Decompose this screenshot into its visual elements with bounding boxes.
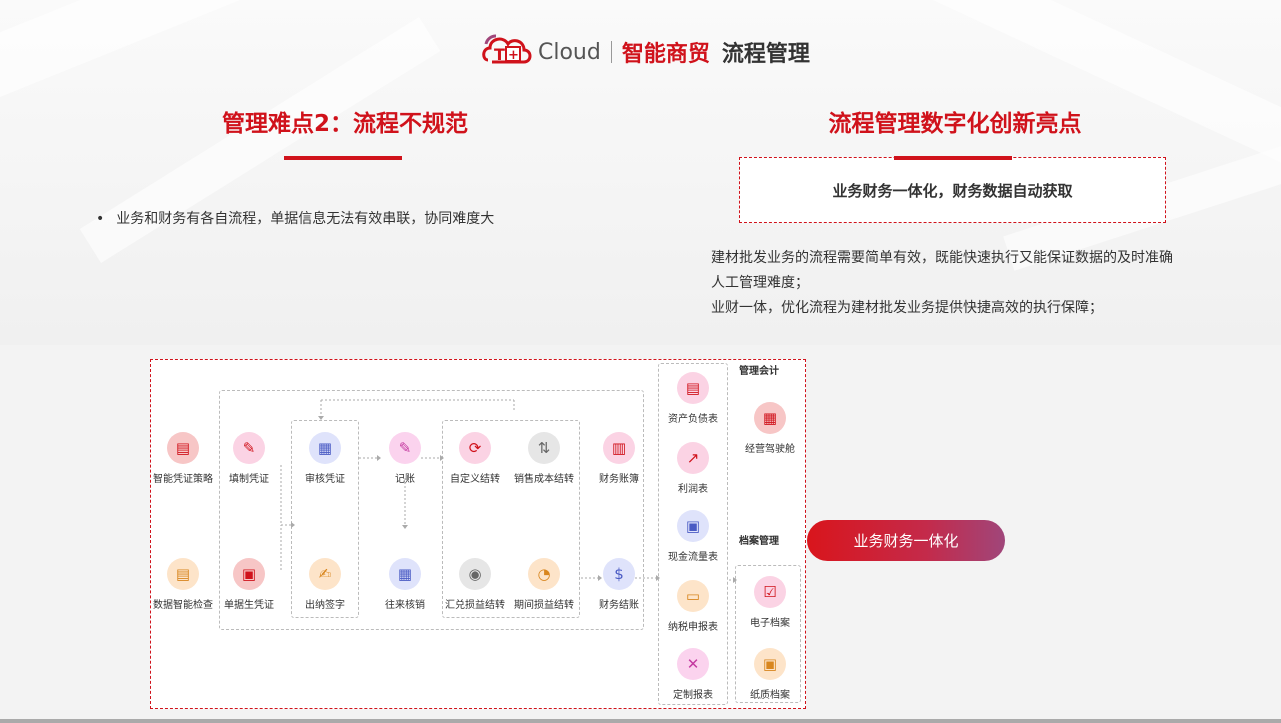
highlight-text: 业务财务一体化，财务数据自动获取	[832, 181, 1073, 200]
logo-divider	[610, 41, 612, 63]
report-label: 现金流量表	[668, 552, 718, 563]
archive-label: 纸质档案	[750, 690, 790, 701]
node-exchange-transfer[interactable]: ◉ 汇兑损益结转	[440, 558, 510, 611]
node-sales-cost-transfer[interactable]: ⇅ 销售成本结转	[509, 432, 579, 485]
bottom-border	[0, 719, 1281, 723]
node-label: 智能凭证策略	[153, 474, 213, 485]
desc-line: 人工管理难度；	[711, 275, 809, 291]
node-label: 记账	[395, 474, 415, 485]
pill-label: 业务财务一体化	[853, 532, 959, 550]
desc-line: 业财一体，优化流程为建材批发业务提供快捷高效的执行保障；	[711, 300, 1103, 316]
node-label: 审核凭证	[305, 474, 345, 485]
cashier-sign-icon: ✍	[309, 558, 341, 590]
ledger-icon: ▥	[603, 432, 635, 464]
bookkeeping-icon: ✎	[389, 432, 421, 464]
logo-cloud-text: Cloud	[538, 39, 601, 65]
archive-label: 电子档案	[750, 618, 790, 629]
node-label: 单据生凭证	[224, 600, 274, 611]
node-label: 数据智能检查	[153, 600, 213, 611]
node-closing[interactable]: $ 财务结账	[584, 558, 654, 611]
svg-text:T: T	[494, 45, 505, 64]
report-balance-sheet[interactable]: ▤ 资产负债表	[658, 372, 728, 425]
custom-report-icon: ✕	[677, 648, 709, 680]
report-income-statement[interactable]: ↗ 利润表	[658, 442, 728, 495]
closing-icon: $	[603, 558, 635, 590]
node-writeoff[interactable]: ▦ 往来核销	[370, 558, 440, 611]
node-smart-voucher[interactable]: ▤ 智能凭证策略	[148, 432, 218, 485]
voucher-policy-icon: ▤	[167, 432, 199, 464]
desc-line: 建材批发业务的流程需要简单有效，既能快速执行又能保证数据的及时准确	[711, 250, 1173, 266]
page-title: 流程管理	[721, 42, 810, 67]
brand-name: 智能商贸	[621, 42, 710, 67]
node-fill-voucher[interactable]: ✎ 填制凭证	[214, 432, 284, 485]
node-ledger[interactable]: ▥ 财务账簿	[584, 432, 654, 485]
node-label: 往来核销	[385, 600, 425, 611]
tplus-cloud-logo: T +	[480, 30, 536, 74]
bullet-dot: •	[96, 211, 105, 227]
audit-voucher-icon: ▦	[309, 432, 341, 464]
archive-paper[interactable]: ▣ 纸质档案	[735, 648, 805, 701]
paper-archive-icon: ▣	[754, 648, 786, 680]
archive-electronic[interactable]: ☑ 电子档案	[735, 576, 805, 629]
node-label: 期间损益结转	[514, 600, 574, 611]
data-check-icon: ▤	[167, 558, 199, 590]
flow-diagram: ▤ 智能凭证策略 ✎ 填制凭证 ▦ 审核凭证 ✎ 记账 ⟳ 自定义结转 ⇅ 销售…	[150, 359, 806, 709]
node-label: 出纳签字	[305, 600, 345, 611]
node-label: 汇兑损益结转	[445, 600, 505, 611]
mgmt-cockpit[interactable]: ▦ 经营驾驶舱	[735, 402, 805, 455]
archive-title: 档案管理	[739, 536, 779, 547]
income-statement-icon: ↗	[677, 442, 709, 474]
left-heading: 管理难点2：流程不规范	[221, 111, 468, 137]
right-heading-underline	[894, 156, 1012, 160]
custom-transfer-icon: ⟳	[459, 432, 491, 464]
left-heading-underline	[284, 156, 402, 160]
node-audit-voucher[interactable]: ▦ 审核凭证	[290, 432, 360, 485]
node-label: 财务账簿	[599, 474, 639, 485]
node-cashier-sign[interactable]: ✍ 出纳签字	[290, 558, 360, 611]
node-data-check[interactable]: ▤ 数据智能检查	[148, 558, 218, 611]
mgmt-label: 经营驾驶舱	[745, 444, 795, 455]
node-period-transfer[interactable]: ◔ 期间损益结转	[509, 558, 579, 611]
bullet-item: • 业务和财务有各自流程，单据信息无法有效串联，协同难度大	[96, 208, 494, 228]
report-tax-return[interactable]: ▭ 纳税申报表	[658, 580, 728, 633]
node-custom-transfer[interactable]: ⟳ 自定义结转	[440, 432, 510, 485]
description: 建材批发业务的流程需要简单有效，既能快速执行又能保证数据的及时准确 人工管理难度…	[711, 246, 1231, 321]
report-label: 纳税申报表	[668, 622, 718, 633]
balance-sheet-icon: ▤	[677, 372, 709, 404]
exchange-transfer-icon: ◉	[459, 558, 491, 590]
fill-voucher-icon: ✎	[233, 432, 265, 464]
tax-return-icon: ▭	[677, 580, 709, 612]
bullet-text: 业务和财务有各自流程，单据信息无法有效串联，协同难度大	[116, 211, 495, 227]
e-archive-icon: ☑	[754, 576, 786, 608]
integration-pill[interactable]: 业务财务一体化	[807, 520, 1005, 561]
cash-flow-icon: ▣	[677, 510, 709, 542]
node-label: 财务结账	[599, 600, 639, 611]
report-label: 定制报表	[673, 690, 713, 701]
node-label: 填制凭证	[229, 474, 269, 485]
highlight-box: 业务财务一体化，财务数据自动获取	[739, 157, 1166, 223]
node-label: 自定义结转	[450, 474, 500, 485]
node-document-voucher[interactable]: ▣ 单据生凭证	[214, 558, 284, 611]
node-bookkeeping[interactable]: ✎ 记账	[370, 432, 440, 485]
right-heading: 流程管理数字化创新亮点	[828, 111, 1082, 137]
report-custom[interactable]: ✕ 定制报表	[658, 648, 728, 701]
writeoff-icon: ▦	[389, 558, 421, 590]
mgmt-accounting-title: 管理会计	[739, 366, 779, 377]
report-label: 利润表	[678, 484, 708, 495]
report-label: 资产负债表	[668, 414, 718, 425]
svg-text:+: +	[508, 48, 519, 63]
report-cash-flow[interactable]: ▣ 现金流量表	[658, 510, 728, 563]
period-transfer-icon: ◔	[528, 558, 560, 590]
header: T + Cloud 智能商贸 流程管理	[480, 30, 810, 74]
cockpit-icon: ▦	[754, 402, 786, 434]
document-voucher-icon: ▣	[233, 558, 265, 590]
node-label: 销售成本结转	[514, 474, 574, 485]
sales-cost-transfer-icon: ⇅	[528, 432, 560, 464]
